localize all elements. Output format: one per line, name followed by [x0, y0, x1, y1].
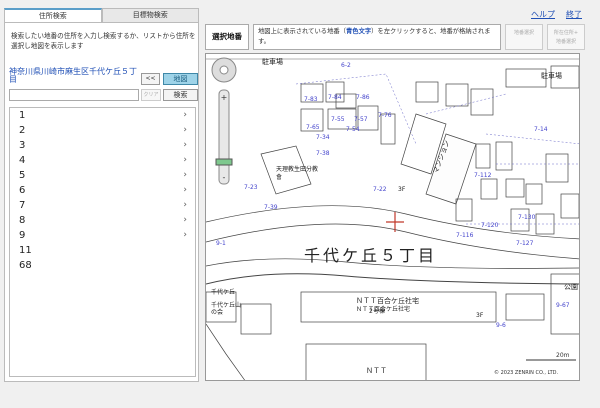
- svg-text:+: +: [221, 93, 228, 102]
- parcel-label[interactable]: 7-76: [378, 112, 392, 119]
- list-item[interactable]: 2 ›: [10, 123, 195, 138]
- list-item-label: 5: [19, 170, 26, 181]
- parcel-label[interactable]: 7-130: [518, 214, 535, 221]
- parcel-select-instruction: 地図上に表示されている地番（青色文字）を左クリックすると、地番が格納されます。: [253, 24, 501, 50]
- floor-label: 3F: [476, 312, 484, 319]
- show-map-button[interactable]: 地図: [163, 73, 198, 85]
- parcel-select-button[interactable]: 地番選択: [505, 24, 543, 50]
- building-label: 2号棟: [369, 308, 385, 315]
- parcel-label[interactable]: 7-34: [316, 134, 330, 141]
- help-link[interactable]: ヘルプ: [531, 9, 555, 20]
- chevron-right-icon: ›: [183, 125, 187, 135]
- tab-address-search[interactable]: 住所検索: [4, 8, 102, 22]
- parcel-select-header: 選択地番 地図上に表示されている地番（青色文字）を左クリックすると、地番が格納さ…: [205, 24, 597, 50]
- parcel-label[interactable]: 7-65: [306, 124, 320, 131]
- list-item[interactable]: 8 ›: [10, 213, 195, 228]
- parcel-label[interactable]: 7-127: [516, 240, 533, 247]
- left-panel-body: 検索したい地番の住所を入力し検索するか、リストから住所を選択し地図を表示します …: [4, 22, 199, 382]
- parcel-label[interactable]: 6-2: [341, 62, 351, 69]
- list-item[interactable]: 7 ›: [10, 198, 195, 213]
- list-item[interactable]: 3 ›: [10, 138, 195, 153]
- chevron-right-icon: ›: [183, 215, 187, 225]
- parcel-label[interactable]: 7-39: [264, 204, 278, 211]
- parcel-label[interactable]: 7-112: [474, 172, 491, 179]
- parcel-label[interactable]: 7-120: [481, 222, 498, 229]
- parcel-label[interactable]: 7-57: [354, 116, 368, 123]
- chevron-right-icon: ›: [183, 185, 187, 195]
- clear-button[interactable]: クリア: [141, 89, 161, 101]
- list-item-label: 2: [19, 125, 26, 136]
- parcel-label[interactable]: 7-55: [331, 116, 345, 123]
- parcel-label[interactable]: 7-23: [244, 184, 258, 191]
- copyright-text: © 2023 ZENRIN CO., LTD.: [494, 370, 559, 376]
- back-button[interactable]: <<: [141, 73, 160, 85]
- parcel-label[interactable]: 7-54: [346, 126, 360, 133]
- address-parcel-line1: 所在住所+: [553, 30, 579, 36]
- instruction-text: 地図上に表示されている地番（: [258, 28, 346, 35]
- chevron-right-icon: ›: [183, 200, 187, 210]
- list-item[interactable]: 1 ›: [10, 108, 195, 123]
- list-item-label: 4: [19, 155, 26, 166]
- list-item-label: 9: [19, 230, 26, 241]
- chevron-right-icon: ›: [183, 110, 187, 120]
- chevron-right-icon: ›: [183, 140, 187, 150]
- place-label: 天理教生田分教會: [276, 166, 319, 181]
- place-label: 公園: [564, 283, 578, 291]
- place-label: 駐車場: [262, 58, 283, 66]
- list-item[interactable]: 11: [10, 243, 195, 258]
- search-button[interactable]: 検索: [163, 89, 198, 101]
- parcel-label[interactable]: 7-116: [456, 232, 473, 239]
- list-item-label: 1: [19, 110, 26, 121]
- parcel-label[interactable]: 7-84: [328, 94, 342, 101]
- address-parcel-select-button[interactable]: 所在住所+ 地番選択: [547, 24, 585, 50]
- parcel-label[interactable]: 9-67: [556, 302, 570, 309]
- list-item-label: 11: [19, 245, 32, 256]
- parcel-map[interactable]: + - 千代ケ丘５丁目 駐車場 駐車場 天理教生田分教會 マンション ＮＴＴ百合…: [205, 53, 580, 381]
- place-label: 千代ケ丘山の会: [211, 302, 242, 316]
- parcel-label[interactable]: 9-1: [216, 240, 226, 247]
- search-tabs: 住所検索 目標物検索: [4, 8, 199, 22]
- address-input[interactable]: [9, 89, 139, 101]
- address-list: 1 › 2 › 3 › 4 › 5 › 6 › 7 › 8 › 9 › 11 68: [9, 107, 196, 377]
- tab-landmark-search[interactable]: 目標物検索: [101, 8, 199, 22]
- list-item[interactable]: 68: [10, 258, 195, 273]
- parcel-label[interactable]: 7-86: [356, 94, 370, 101]
- list-item-label: 68: [19, 260, 32, 271]
- chevron-right-icon: ›: [183, 230, 187, 240]
- scale-label: 20m: [556, 352, 570, 359]
- svg-text:-: -: [223, 173, 226, 182]
- parcel-label[interactable]: 9-6: [496, 322, 506, 329]
- list-item[interactable]: 9 ›: [10, 228, 195, 243]
- list-item-label: 8: [19, 215, 26, 226]
- search-instruction: 検索したい地番の住所を入力し検索するか、リストから住所を選択し地図を表示します: [11, 32, 196, 50]
- floor-label: 3F: [398, 186, 406, 193]
- exit-link[interactable]: 終了: [566, 9, 582, 20]
- parcel-label[interactable]: 7-83: [304, 96, 318, 103]
- chevron-right-icon: ›: [183, 170, 187, 180]
- zoom-control: + -: [211, 57, 237, 185]
- parcel-label[interactable]: 7-22: [373, 186, 387, 193]
- current-address: 神奈川県川崎市麻生区千代ケ丘５丁目: [9, 67, 137, 84]
- list-item-label: 6: [19, 185, 26, 196]
- chevron-right-icon: ›: [183, 155, 187, 165]
- place-label: ＮＴＴ: [366, 367, 387, 375]
- district-label: 千代ケ丘５丁目: [304, 246, 438, 265]
- instruction-highlight: 青色文字: [345, 28, 372, 35]
- address-search-panel: 住所検索 目標物検索 検索したい地番の住所を入力し検索するか、リストから住所を選…: [4, 8, 199, 382]
- list-item-label: 7: [19, 200, 26, 211]
- parcel-label[interactable]: 7-14: [534, 126, 548, 133]
- selected-parcel-label: 選択地番: [205, 24, 249, 50]
- list-item-label: 3: [19, 140, 26, 151]
- address-parcel-line2: 地番選択: [555, 39, 576, 45]
- list-item[interactable]: 4 ›: [10, 153, 195, 168]
- place-label: 千代ケ丘: [211, 289, 236, 296]
- parcel-label[interactable]: 7-38: [316, 150, 330, 157]
- list-item[interactable]: 6 ›: [10, 183, 195, 198]
- place-label: 駐車場: [541, 72, 562, 80]
- list-item[interactable]: 5 ›: [10, 168, 195, 183]
